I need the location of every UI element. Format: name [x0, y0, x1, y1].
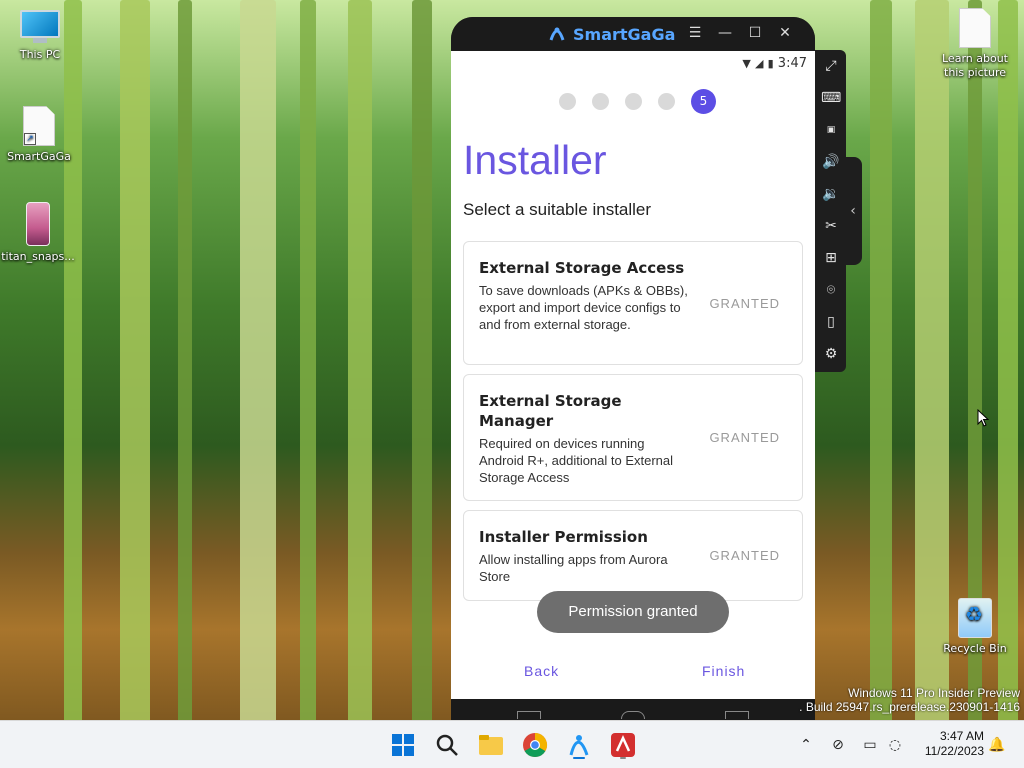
card-state: GRANTED	[709, 430, 780, 445]
file-explorer-icon[interactable]	[477, 731, 505, 759]
chevron-up-icon[interactable]: ⌃	[796, 735, 816, 755]
desktop-icon-this-pc[interactable]: This PC	[2, 10, 78, 62]
finish-button[interactable]: Finish	[702, 663, 745, 679]
emulator-brand: SmartGaGa	[547, 24, 675, 44]
desktop-icon-learn-about[interactable]: Learn about this picture	[936, 8, 1014, 80]
file-icon	[959, 8, 991, 48]
card-title: External Storage Manager	[479, 392, 622, 430]
keyboard-icon[interactable]: ⌨	[821, 88, 841, 108]
smartgaga-icon[interactable]	[565, 731, 593, 759]
location-icon[interactable]: ⌾	[821, 280, 841, 300]
volume-up-icon[interactable]: 🔊	[821, 152, 841, 172]
emulator-window: SmartGaGa ☰ — ☐ ✕ ▼ ◢ ▮ 3:47 5 Installer…	[451, 17, 815, 720]
card-description: Allow installing apps from Aurora Store	[479, 552, 668, 584]
installer-card-installer-permission[interactable]: Installer Permission Allow installing ap…	[463, 510, 803, 601]
maximize-icon[interactable]: ☐	[747, 23, 763, 43]
screenshot-scissors-icon[interactable]: ✂	[821, 216, 841, 236]
desktop-icon-label: This PC	[19, 48, 61, 61]
settings-icon[interactable]: ⚙	[821, 344, 841, 364]
chrome-icon[interactable]	[521, 731, 549, 759]
step-dot-current: 5	[691, 89, 716, 114]
network-off-icon[interactable]: ⊘	[828, 735, 848, 755]
fullscreen-icon[interactable]: ⤢	[821, 56, 841, 76]
shake-icon[interactable]: ▯	[821, 312, 841, 332]
desktop-icon-label: Recycle Bin	[943, 642, 1007, 655]
card-state: GRANTED	[709, 296, 780, 311]
clock-time: 3:47 AM	[939, 729, 984, 743]
add-window-icon[interactable]: ⊞	[821, 248, 841, 268]
home-nav-icon[interactable]	[621, 711, 645, 719]
status-time: 3:47	[777, 56, 807, 71]
page-subtitle: Select a suitable installer	[463, 200, 652, 219]
signal-icon: ◢	[754, 57, 764, 70]
card-description: Required on devices running Android R+, …	[479, 436, 674, 485]
toast-message: Permission granted	[537, 591, 729, 633]
taskbar: ⌃ ⊘ ▭ ◌ 3:47 AM 11/22/2023 🔔	[0, 720, 1024, 768]
clock-date: 11/22/2023	[924, 744, 984, 758]
step-dot	[625, 93, 642, 110]
card-title: Installer Permission	[479, 528, 648, 546]
start-icon[interactable]	[389, 731, 417, 759]
step-indicator: 5	[559, 89, 716, 114]
installer-card-external-storage-manager[interactable]: External Storage Manager Required on dev…	[463, 374, 803, 501]
emulator-side-toolbar: ⤢ ⌨ ▣ 🔊 🔉 ✂ ⊞ ⌾ ▯ ⚙	[815, 50, 846, 372]
android-nav-bar	[451, 699, 815, 720]
card-description: To save downloads (APKs & OBBs), export …	[479, 283, 688, 332]
installer-card-external-storage-access[interactable]: External Storage Access To save download…	[463, 241, 803, 365]
android-screen: ▼ ◢ ▮ 3:47 5 Installer Select a suitable…	[451, 51, 815, 699]
desktop-icon-label: Learn about this picture	[942, 52, 1008, 79]
desktop-icon-label: SmartGaGa	[7, 150, 71, 163]
wifi-off-icon[interactable]: ◌	[885, 735, 905, 755]
watermark-line: Windows 11 Pro Insider Preview	[848, 686, 1020, 700]
recycle-bin-icon	[958, 598, 992, 638]
watermark-line: . Build 25947.rs_prerelease.230901-1416	[799, 700, 1020, 714]
smartgaga-shortcut-icon: ↗	[23, 106, 55, 146]
recents-nav-icon[interactable]	[725, 711, 749, 719]
close-icon[interactable]: ✕	[777, 23, 793, 43]
this-pc-icon	[20, 10, 60, 44]
mouse-cursor-icon	[977, 409, 989, 427]
wifi-icon: ▼	[742, 57, 751, 70]
emulator-titlebar[interactable]: SmartGaGa ☰ — ☐ ✕	[451, 17, 815, 51]
minimize-icon[interactable]: —	[717, 23, 733, 43]
collapse-sidebar-chevron-icon[interactable]: ‹	[844, 157, 862, 265]
search-icon[interactable]	[433, 731, 461, 759]
back-nav-icon[interactable]	[517, 711, 541, 719]
taskbar-clock[interactable]: 3:47 AM 11/22/2023	[925, 729, 984, 759]
card-title: External Storage Access	[479, 259, 685, 277]
android-status-bar: ▼ ◢ ▮ 3:47	[451, 51, 815, 77]
back-button[interactable]: Back	[524, 663, 559, 679]
display-icon[interactable]: ▭	[860, 735, 880, 755]
bell-icon[interactable]: 🔔	[987, 735, 1007, 755]
desktop-icon-titan-snaps[interactable]: titan_snaps...	[0, 202, 76, 264]
menu-icon[interactable]: ☰	[687, 23, 703, 43]
page-title: Installer	[463, 137, 607, 183]
step-dot	[658, 93, 675, 110]
battery-icon: ▮	[767, 57, 774, 70]
card-state: GRANTED	[709, 548, 780, 563]
volume-down-icon[interactable]: 🔉	[821, 184, 841, 204]
smartgaga-logo-icon	[549, 27, 565, 41]
step-dot	[559, 93, 576, 110]
image-file-icon	[26, 202, 50, 246]
step-dot	[592, 93, 609, 110]
brand-label: SmartGaGa	[573, 24, 676, 44]
apk-install-icon[interactable]: ▣	[821, 120, 841, 140]
desktop-icon-smartgaga[interactable]: ↗ SmartGaGa	[1, 106, 77, 164]
desktop-icon-label: titan_snaps...	[1, 250, 75, 263]
desktop-icon-recycle-bin[interactable]: Recycle Bin	[937, 598, 1013, 656]
windows-watermark: Windows 11 Pro Insider Preview . Build 2…	[799, 686, 1020, 714]
avira-icon[interactable]	[609, 731, 637, 759]
